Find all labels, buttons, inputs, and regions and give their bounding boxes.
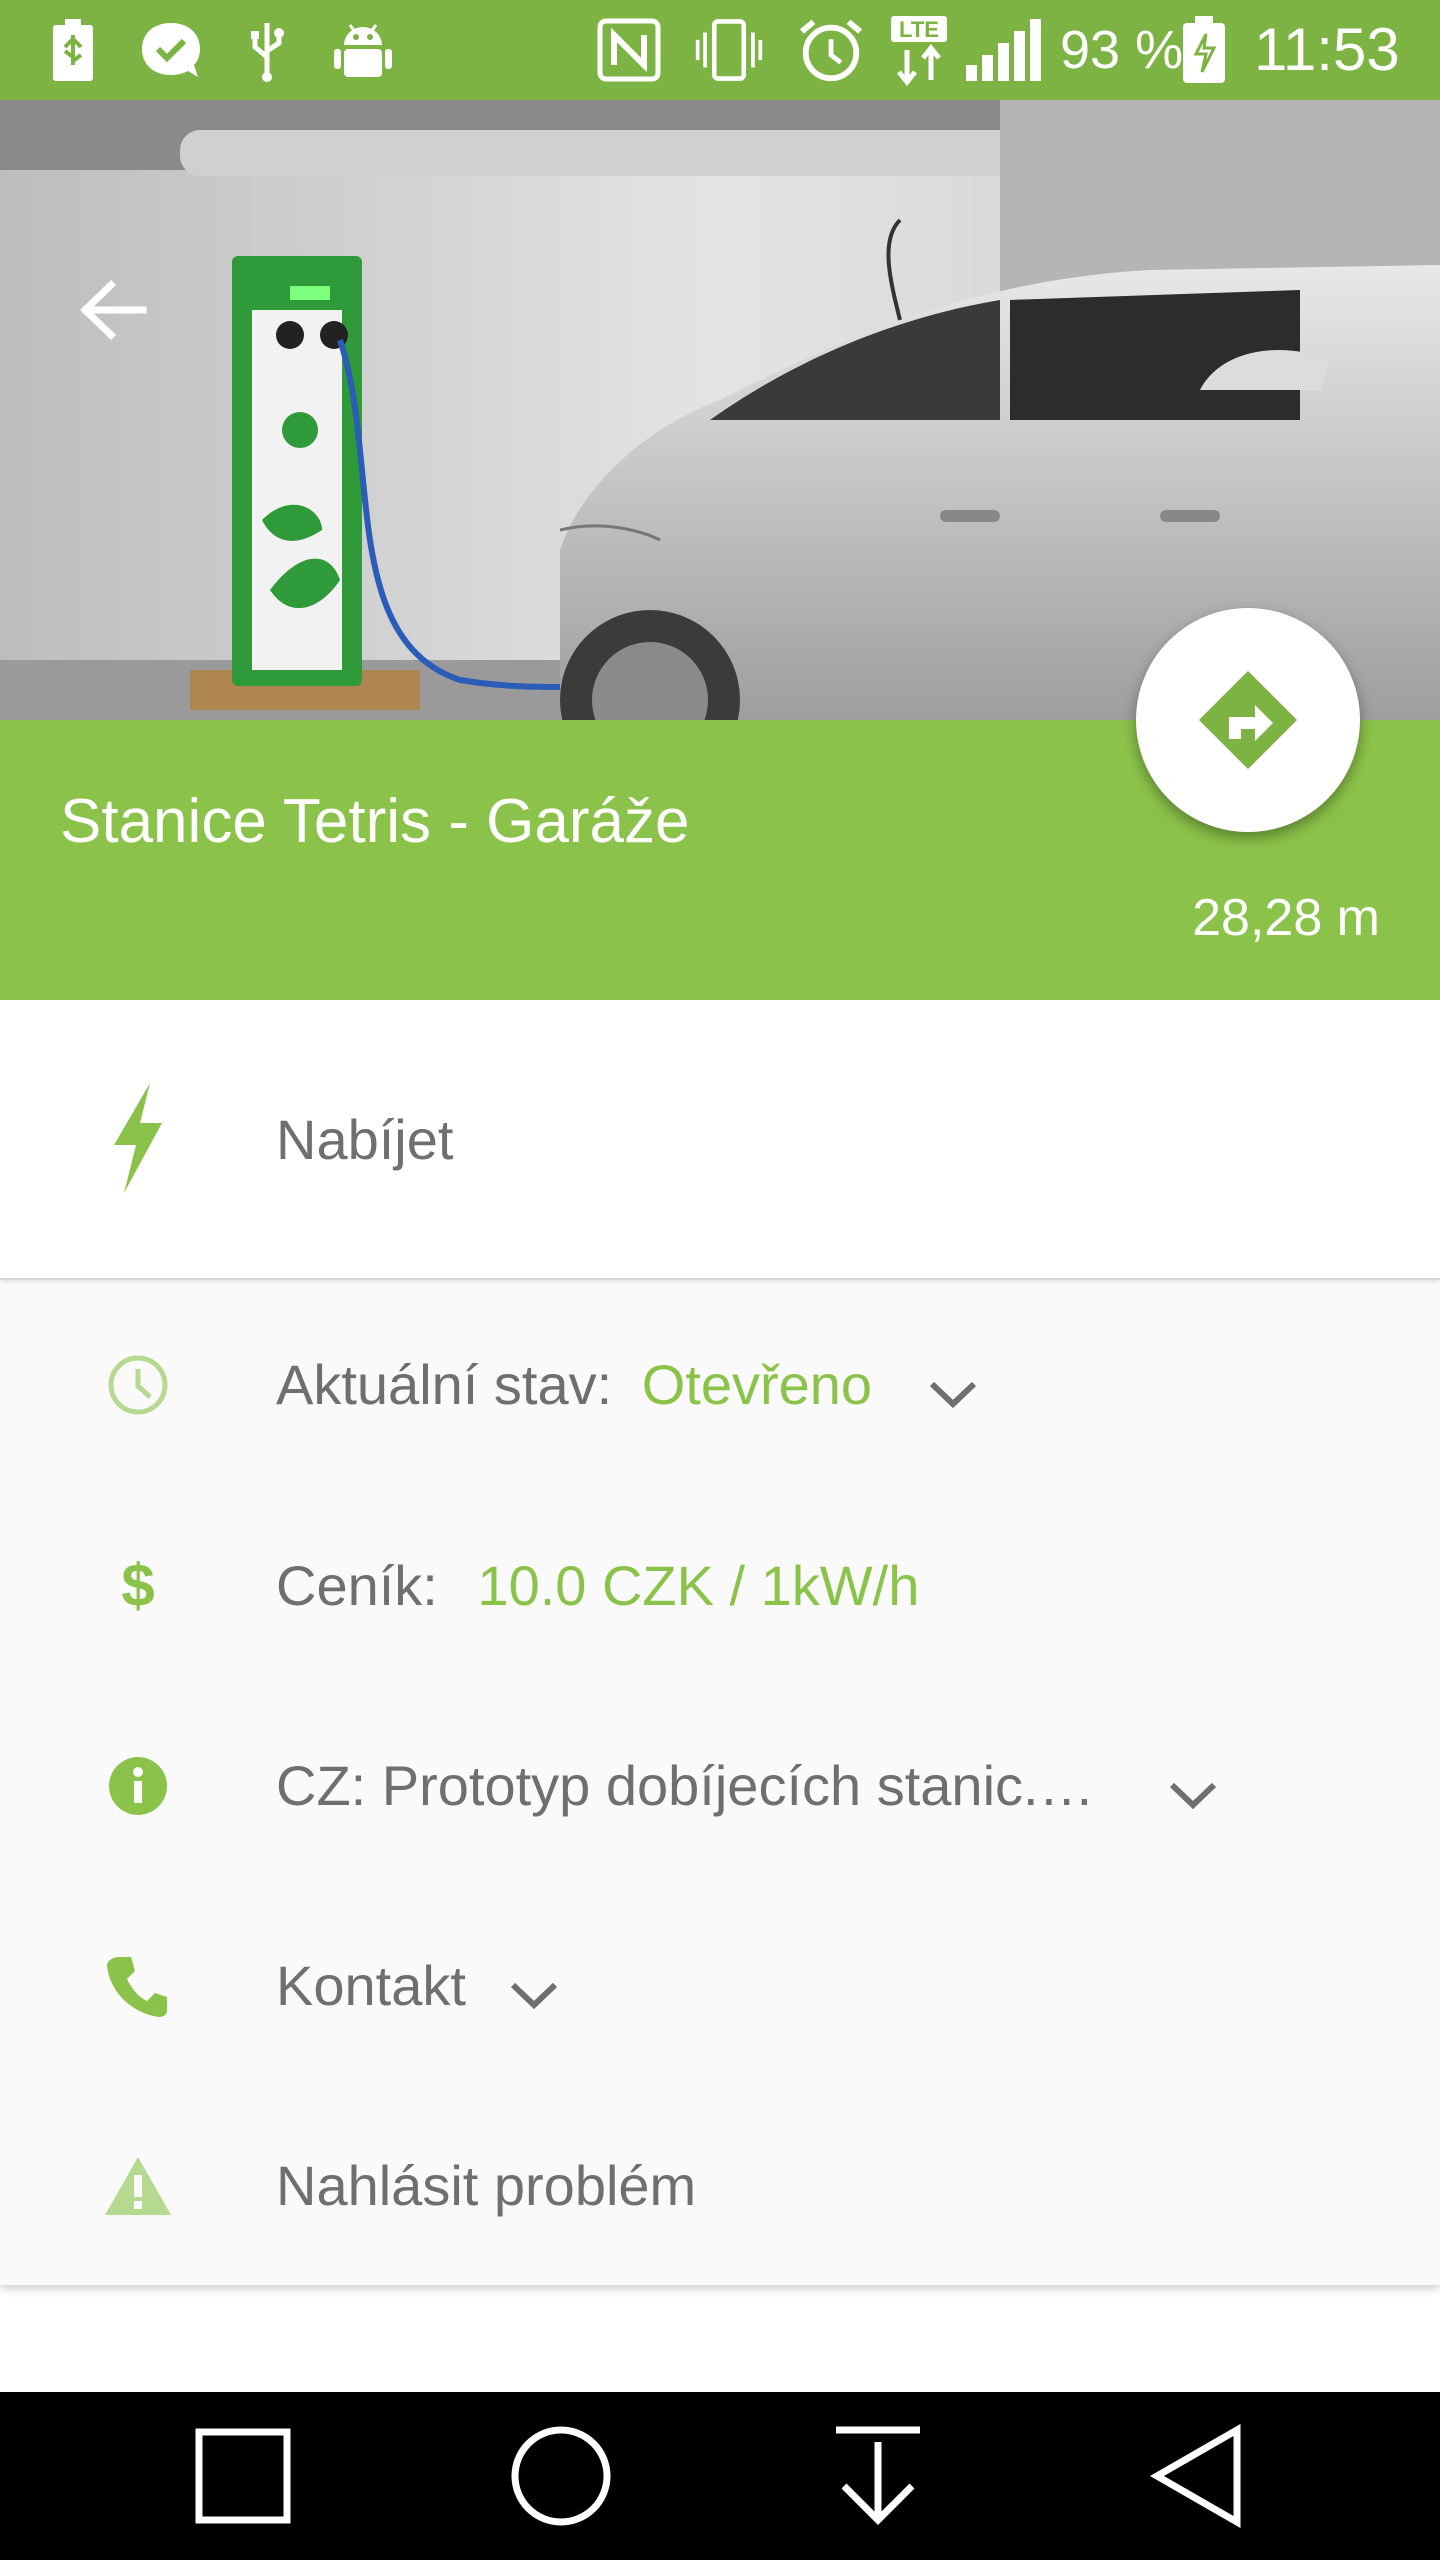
clock-icon [98,1345,178,1425]
lte-icon: LTE [884,14,954,86]
station-distance: 28,28 m [1192,889,1380,947]
charge-card: Nabíjet [0,1000,1440,1280]
square-icon [195,2428,291,2524]
info-row[interactable]: CZ: Prototyp dobíjecích stanic.… [0,1685,1440,1885]
status-row[interactable]: Aktuální stav: Otevřeno [0,1285,1440,1485]
station-title: Stanice Tetris - Garáže [60,787,690,856]
recents-button[interactable] [178,2416,308,2536]
android-debug-icon [328,14,398,86]
arrow-back-icon [79,280,147,340]
bolt-icon [98,1083,178,1193]
directions-icon [1199,671,1297,769]
report-label: Nahlásit problém [276,2154,697,2217]
warning-icon [98,2146,178,2226]
chevron-down-icon[interactable] [1168,1755,1218,1825]
battery-percent: 93 % [1060,20,1184,80]
nfc-icon [594,14,664,86]
status-line: Aktuální stav: Otevřeno [276,1350,978,1424]
check-bubble-icon [136,14,206,86]
info-line: CZ: Prototyp dobíjecích stanic.… [276,1751,1218,1825]
system-nav-bar [0,2392,1440,2560]
vibrate-icon [694,14,764,86]
contact-row[interactable]: Kontakt [0,1885,1440,2085]
chevron-down-icon[interactable] [928,1354,978,1424]
chevron-down-icon[interactable] [509,1955,559,2025]
battery-charging-icon [1178,14,1230,86]
back-button[interactable] [62,260,162,360]
price-row: $ Ceník: 10.0 CZK / 1kW/h [0,1485,1440,1685]
svg-text:$: $ [121,1554,154,1618]
triangle-back-icon [1149,2424,1241,2528]
info-icon [98,1746,178,1826]
phone-icon [98,1946,178,2026]
circle-icon [511,2426,611,2526]
usb-storage-icon [38,14,108,86]
charge-label: Nabíjet [276,1108,454,1171]
price-line: Ceník: 10.0 CZK / 1kW/h [276,1551,919,1621]
status-value: Otevřeno [641,1353,873,1416]
price-label: Ceník: [276,1554,438,1617]
svg-text:LTE: LTE [899,17,939,42]
home-button[interactable] [496,2416,626,2536]
charge-row[interactable]: Nabíjet [0,1040,1440,1240]
status-bar: LTE 93 % 11:53 [0,0,1440,100]
contact-line: Kontakt [276,1951,559,2025]
report-row[interactable]: Nahlásit problém [0,2085,1440,2285]
dollar-icon: $ [98,1546,178,1626]
price-value: 10.0 CZK / 1kW/h [477,1554,920,1617]
details-card: Aktuální stav: Otevřeno $ Ceník: 10.0 CZ… [0,1285,1440,2285]
arrow-down-bar-icon [836,2426,920,2525]
notifications-pull-button[interactable] [813,2416,943,2536]
alarm-icon [796,14,866,86]
signal-icon [962,14,1046,86]
contact-label: Kontakt [276,1954,466,2017]
status-label: Aktuální stav: [276,1353,613,1416]
navigate-button[interactable] [1136,608,1360,832]
info-text: CZ: Prototyp dobíjecích stanic.… [276,1754,1095,1817]
usb-icon [232,14,302,86]
clock: 11:53 [1254,16,1400,83]
back-nav-button[interactable] [1132,2416,1262,2536]
station-detail-screen: LTE 93 % 11:53 Stanice Tetris - Garáže 2… [0,0,1440,2560]
